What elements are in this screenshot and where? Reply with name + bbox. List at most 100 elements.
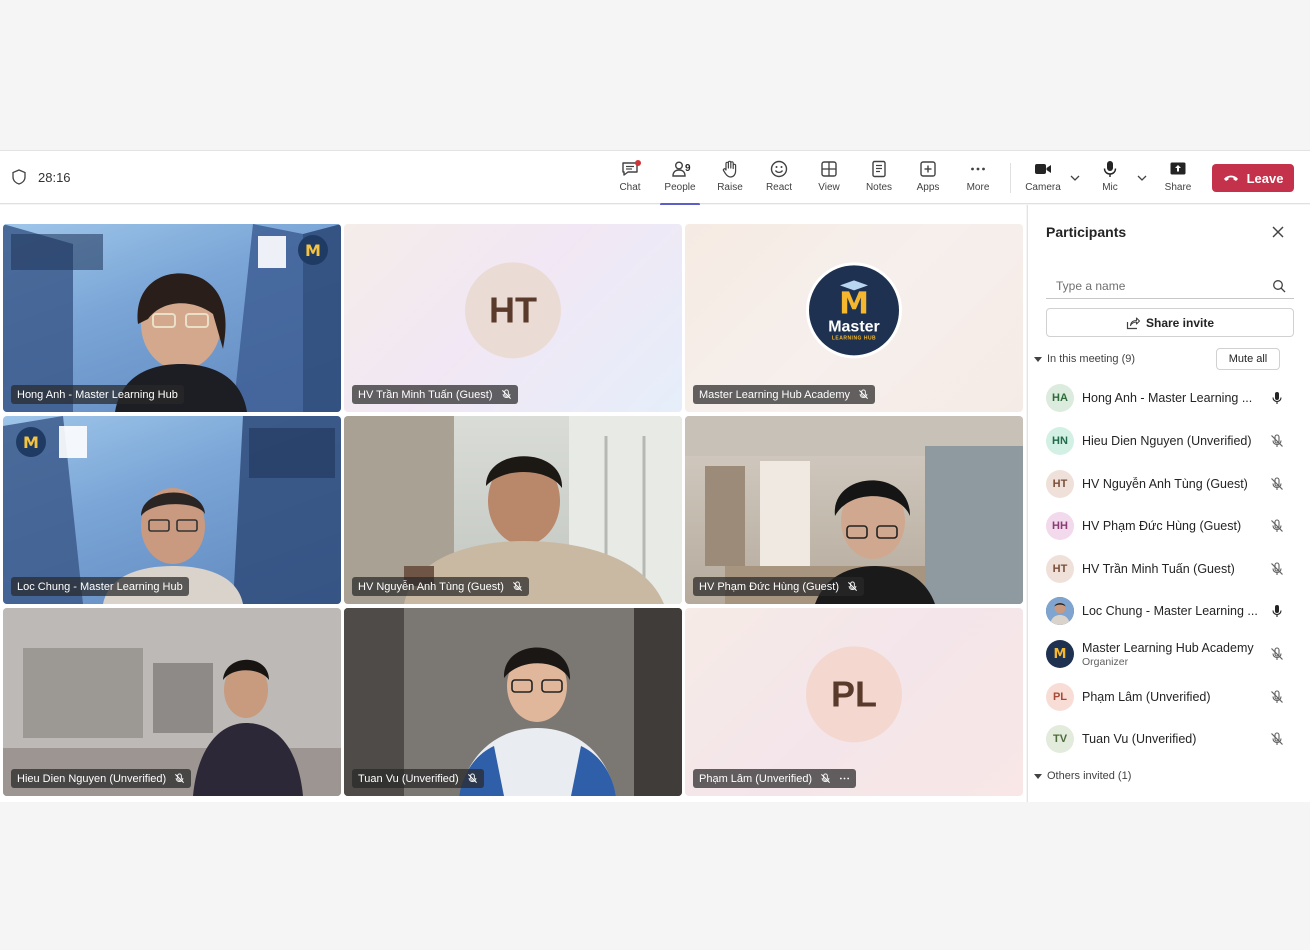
share-invite-label: Share invite — [1145, 315, 1215, 330]
participant-name: HV Phạm Đức Hùng (Guest) — [699, 580, 840, 593]
smiley-icon — [770, 160, 788, 178]
participant-avatar: TV — [1046, 725, 1074, 753]
participant-name: Tuan Vu (Unverified) — [1082, 732, 1197, 746]
chat-button[interactable]: Chat — [606, 159, 654, 201]
participant-nameplate: HV Nguyễn Anh Tùng (Guest) — [352, 577, 529, 596]
participants-panel: Participants Type a name Share invite In… — [1027, 205, 1310, 802]
participant-name: HV Trần Minh Tuấn (Guest) — [1082, 562, 1235, 576]
camera-button[interactable]: Camera — [1019, 159, 1067, 201]
video-tile[interactable]: Hieu Dien Nguyen (Unverified) — [3, 608, 341, 796]
participant-role: Organizer — [1082, 655, 1129, 668]
grid-view-icon — [821, 161, 837, 177]
video-tile[interactable]: HV Nguyễn Anh Tùng (Guest) — [344, 416, 682, 604]
participant-row[interactable]: M Master Learning Hub Academy Organizer — [1046, 636, 1296, 672]
video-feed — [344, 608, 682, 796]
participant-row[interactable]: HH HV Phạm Đức Hùng (Guest) — [1046, 508, 1296, 544]
video-tile[interactable]: M Master LEARNING HUB Master Learning Hu… — [685, 224, 1023, 412]
share-label: Share — [1164, 182, 1192, 193]
close-icon[interactable] — [1271, 225, 1285, 239]
participant-nameplate: Hong Anh - Master Learning Hub — [11, 385, 184, 404]
leave-button[interactable]: Leave — [1212, 164, 1294, 192]
mic-button[interactable]: Mic — [1086, 159, 1134, 201]
raise-button[interactable]: Raise — [706, 159, 754, 201]
participant-name: Hong Anh - Master Learning ... — [1082, 391, 1253, 405]
mic-off-icon — [1271, 434, 1283, 447]
camera-options-chevron-icon[interactable] — [1068, 171, 1082, 185]
microphone-icon — [1272, 605, 1282, 617]
video-feed — [685, 416, 1023, 604]
participant-name: Phạm Lâm (Unverified) — [1082, 690, 1211, 704]
participant-nameplate: Phạm Lâm (Unverified) — [693, 769, 857, 788]
participant-row[interactable]: HA Hong Anh - Master Learning ... — [1046, 380, 1296, 416]
camera-label: Camera — [1025, 182, 1061, 193]
video-tile[interactable]: HT HV Trần Minh Tuấn (Guest) — [344, 224, 682, 412]
raise-label: Raise — [717, 182, 743, 193]
apps-button[interactable]: Apps — [904, 159, 952, 201]
participant-name: Master Learning Hub Academy — [1082, 640, 1254, 655]
participant-row[interactable]: HT HV Nguyễn Anh Tùng (Guest) — [1046, 466, 1296, 502]
participant-name: Loc Chung - Master Learning ... — [1082, 604, 1258, 618]
participant-avatar: HN — [1046, 427, 1074, 455]
participant-row[interactable]: HN Hieu Dien Nguyen (Unverified) — [1046, 423, 1296, 459]
in-meeting-label: In this meeting (9) — [1047, 353, 1136, 365]
participant-name: Tuan Vu (Unverified) — [358, 772, 459, 785]
video-feed: M — [3, 416, 341, 604]
participant-row[interactable]: Loc Chung - Master Learning ... — [1046, 593, 1296, 629]
video-tile[interactable]: HV Phạm Đức Hùng (Guest) — [685, 416, 1023, 604]
participant-photo-avatar — [1046, 597, 1074, 625]
participant-logo-avatar: M — [1046, 640, 1074, 668]
people-count: 9 — [685, 163, 691, 174]
mic-off-icon — [1271, 477, 1283, 490]
mute-all-button[interactable]: Mute all — [1216, 348, 1280, 370]
participant-nameplate: Tuan Vu (Unverified) — [352, 769, 484, 788]
mic-options-chevron-icon[interactable] — [1135, 171, 1149, 185]
participant-row[interactable]: HT HV Trần Minh Tuấn (Guest) — [1046, 551, 1296, 587]
video-tile[interactable]: M Hong Anh - Master Learning Hub — [3, 224, 341, 412]
participant-name: Hong Anh - Master Learning Hub — [17, 388, 178, 401]
participant-row[interactable]: TV Tuan Vu (Unverified) — [1046, 721, 1296, 757]
shield-icon — [12, 169, 26, 185]
react-button[interactable]: React — [755, 159, 803, 201]
participant-row[interactable]: PL Phạm Lâm (Unverified) — [1046, 679, 1296, 715]
participant-name: HV Phạm Đức Hùng (Guest) — [1082, 519, 1242, 533]
video-tile[interactable]: Tuan Vu (Unverified) — [344, 608, 682, 796]
person-photo-icon — [1046, 597, 1074, 625]
mic-off-icon — [1271, 647, 1283, 660]
search-placeholder: Type a name — [1056, 278, 1126, 293]
share-button[interactable]: Share — [1154, 159, 1202, 201]
video-feed — [3, 608, 341, 796]
others-invited-label: Others invited (1) — [1047, 770, 1132, 782]
participant-initials-avatar: HT — [465, 262, 561, 359]
participant-avatar: HH — [1046, 512, 1074, 540]
participant-nameplate: HV Trần Minh Tuấn (Guest) — [352, 385, 518, 404]
more-dots-icon — [971, 167, 985, 171]
chevron-down-icon — [1034, 774, 1042, 779]
participant-initials-avatar: PL — [806, 646, 902, 743]
mic-off-icon — [501, 389, 511, 399]
raise-hand-icon — [722, 160, 737, 178]
video-tile[interactable]: M Loc Chung - Master Learning Hub — [3, 416, 341, 604]
participant-nameplate: Hieu Dien Nguyen (Unverified) — [11, 769, 192, 788]
plus-square-icon — [920, 161, 936, 177]
share-invite-button[interactable]: Share invite — [1046, 308, 1294, 337]
logo-letter: M — [839, 286, 869, 322]
view-button[interactable]: View — [805, 159, 853, 201]
more-button[interactable]: More — [954, 159, 1002, 201]
people-button[interactable]: 9 People — [656, 159, 704, 206]
notes-button[interactable]: Notes — [855, 159, 903, 201]
share-screen-icon — [1170, 162, 1186, 175]
video-tile[interactable]: PL Phạm Lâm (Unverified) — [685, 608, 1023, 796]
microphone-icon — [1103, 161, 1117, 177]
svg-text:M: M — [305, 241, 321, 260]
unread-dot — [635, 160, 641, 166]
participant-avatar: HT — [1046, 470, 1074, 498]
participant-avatar: PL — [1046, 683, 1074, 711]
participant-search-input[interactable]: Type a name — [1046, 273, 1294, 299]
mic-off-icon — [1271, 562, 1283, 575]
in-meeting-section-toggle[interactable]: In this meeting (9) — [1034, 353, 1135, 365]
more-options-icon[interactable] — [839, 773, 850, 784]
participant-name: Loc Chung - Master Learning Hub — [17, 580, 183, 593]
meeting-window: 28:16 Chat 9 People Raise React View Not… — [0, 150, 1310, 802]
leave-label: Leave — [1246, 170, 1284, 186]
others-invited-section-toggle[interactable]: Others invited (1) — [1034, 770, 1131, 782]
